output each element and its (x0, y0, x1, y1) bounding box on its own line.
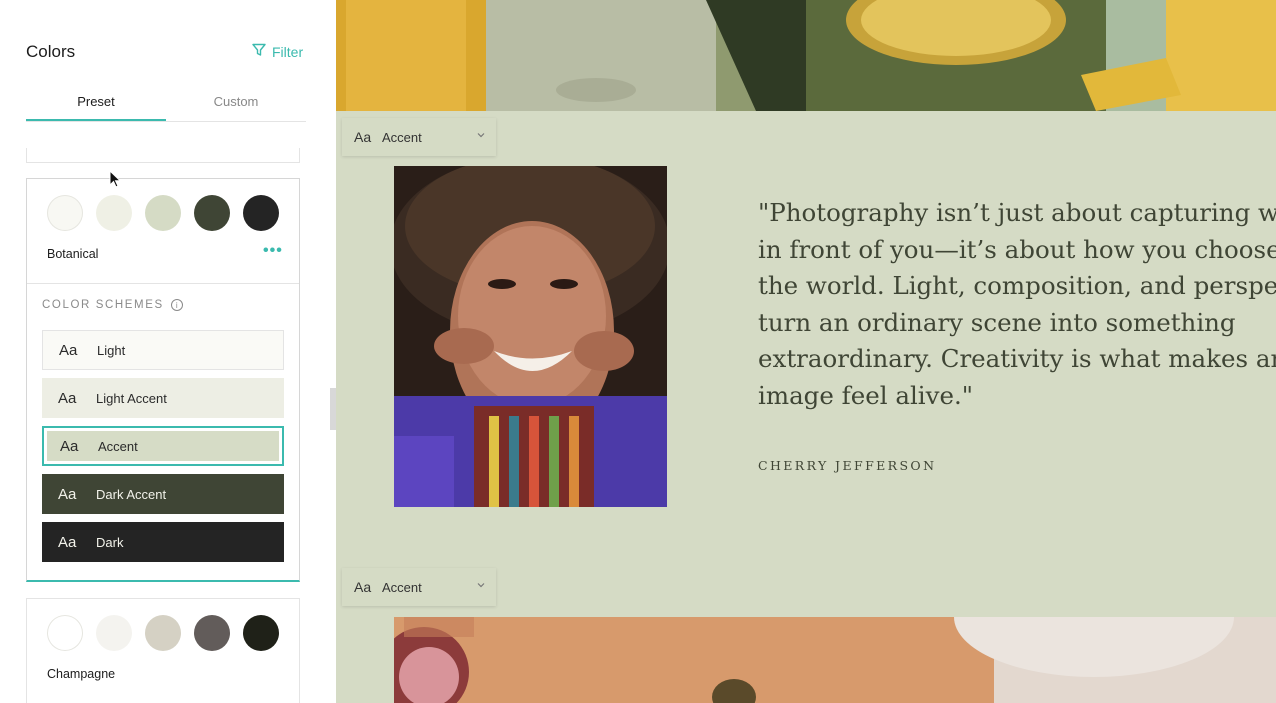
type-sample-icon: Aa (59, 341, 78, 359)
page-canvas: Aa Accent "Photography isn’t just about … (336, 0, 1276, 703)
tab-preset[interactable]: Preset (26, 92, 166, 121)
mouse-cursor-icon (109, 170, 121, 188)
filter-button[interactable]: Filter (252, 43, 303, 60)
info-icon[interactable]: i (170, 299, 183, 311)
chevron-down-icon (477, 133, 485, 138)
scheme-light[interactable]: Aa Light (42, 330, 284, 370)
filter-label: Filter (272, 43, 304, 60)
panel-title: Colors (26, 42, 76, 61)
palette-swatches (47, 615, 279, 651)
color-schemes-heading: COLOR SCHEMES i (42, 299, 183, 311)
swatch (47, 615, 83, 651)
palette-card-champagne[interactable]: Champagne (26, 598, 300, 703)
swatch (96, 615, 132, 651)
filter-icon (252, 43, 266, 60)
type-sample-icon: Aa (58, 389, 77, 407)
type-sample-icon: Aa (354, 579, 372, 595)
color-schemes-label: COLOR SCHEMES (42, 299, 164, 311)
testimonial-quote: "Photography isn’t just about capturing … (758, 198, 1276, 410)
type-sample-icon: Aa (60, 437, 79, 455)
section-scheme-selector[interactable]: Aa Accent (342, 118, 496, 156)
palette-swatches (47, 195, 279, 231)
section-scheme-selector[interactable]: Aa Accent (342, 568, 496, 606)
fruit-photo (394, 617, 1276, 703)
swatch (243, 615, 279, 651)
scheme-label: Dark Accent (96, 486, 167, 502)
section-scheme-label: Accent (382, 579, 422, 595)
type-sample-icon: Aa (58, 485, 77, 503)
divider (27, 283, 299, 284)
testimonial-author: CHERRY JEFFERSON (758, 458, 937, 473)
drinks-photo (336, 0, 1276, 111)
swatch (96, 195, 132, 231)
scheme-label: Light (97, 342, 126, 358)
palette-card-previous[interactable] (26, 148, 300, 163)
tab-custom[interactable]: Custom (166, 92, 306, 121)
type-sample-icon: Aa (58, 533, 77, 551)
scheme-light-accent[interactable]: Aa Light Accent (42, 378, 284, 418)
swatch (145, 615, 181, 651)
swatch (194, 615, 230, 651)
scheme-dark[interactable]: Aa Dark (42, 522, 284, 562)
swatch (47, 195, 83, 231)
scheme-label: Light Accent (96, 390, 167, 406)
scheme-accent[interactable]: Aa Accent (42, 426, 284, 466)
palette-name: Botanical (47, 247, 99, 261)
more-options-button[interactable]: ••• (263, 242, 283, 260)
type-sample-icon: Aa (354, 129, 372, 145)
scheme-label: Accent (98, 438, 138, 454)
scheme-label: Dark (96, 534, 124, 550)
tab-bar: Preset Custom (26, 92, 306, 122)
portrait-photo (394, 166, 667, 507)
swatch (243, 195, 279, 231)
colors-panel: Colors Filter Preset Custom Botanical ••… (0, 0, 330, 703)
swatch (145, 195, 181, 231)
chevron-down-icon (477, 583, 485, 588)
swatch (194, 195, 230, 231)
section-scheme-label: Accent (382, 129, 422, 145)
palette-card-botanical[interactable]: Botanical ••• COLOR SCHEMES i Aa Light A… (26, 178, 300, 582)
palette-name: Champagne (47, 667, 116, 681)
scheme-dark-accent[interactable]: Aa Dark Accent (42, 474, 284, 514)
